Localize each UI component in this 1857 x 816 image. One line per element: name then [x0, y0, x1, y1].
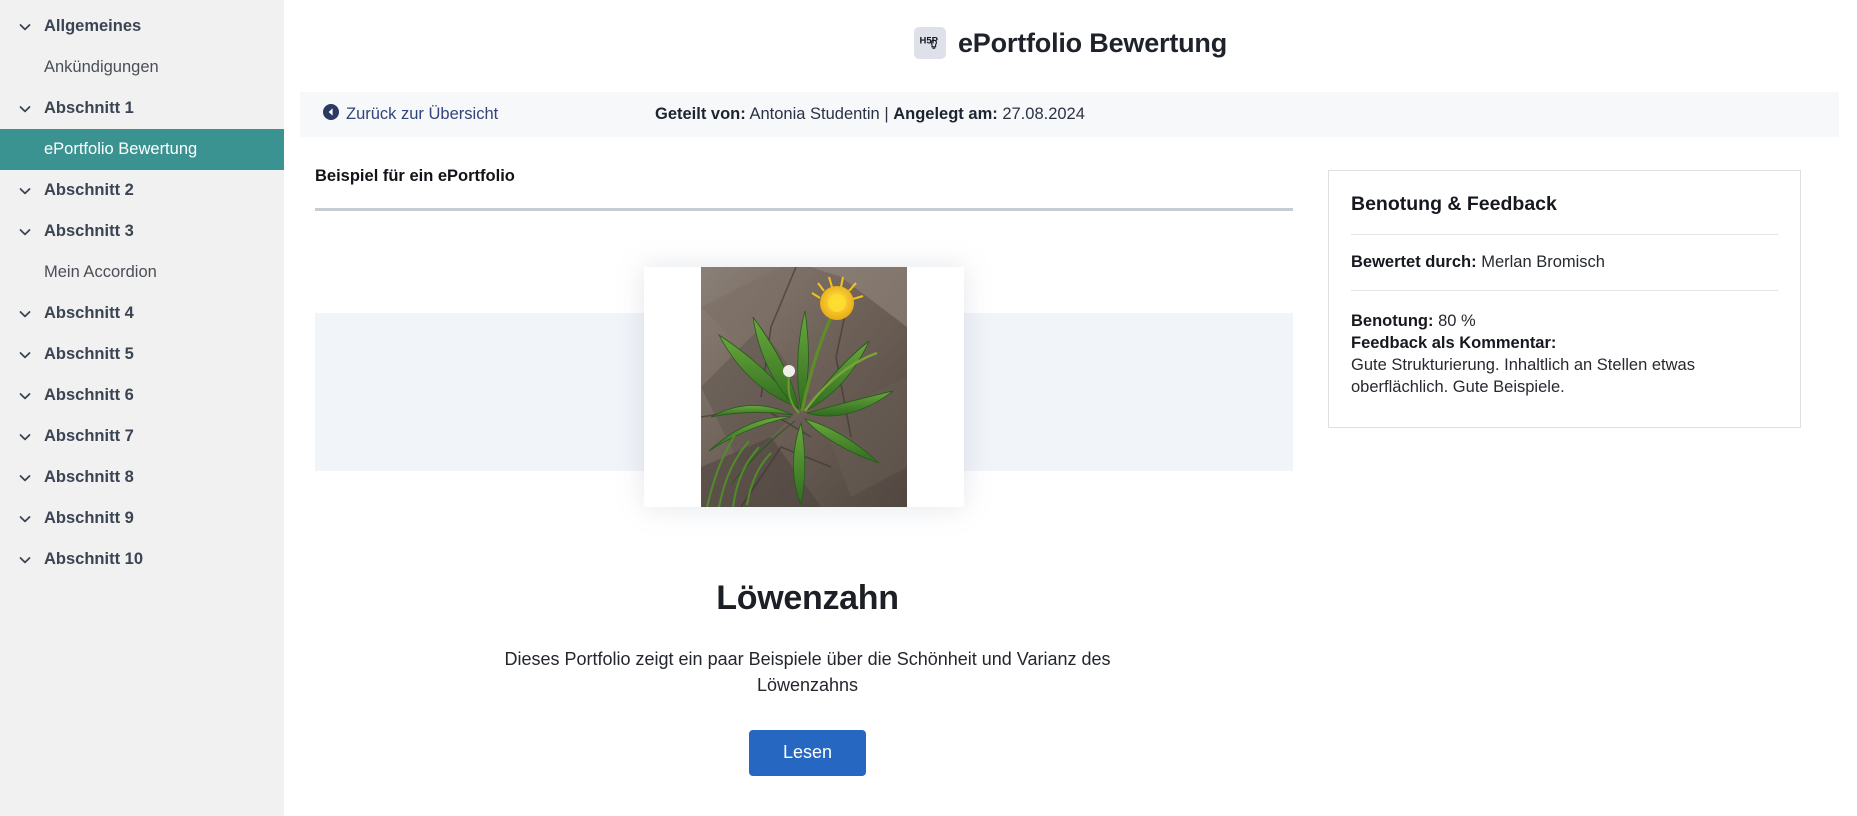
page-header: H5P ePortfolio Bewertung	[284, 0, 1857, 92]
sidebar-item-label: Abschnitt 6	[44, 386, 134, 404]
sidebar-item-label: Abschnitt 2	[44, 181, 134, 199]
sidebar-item-eportfolio-bewertung[interactable]: ePortfolio Bewertung	[0, 129, 284, 170]
portfolio-hero	[315, 267, 1293, 527]
sidebar-item-abschnitt-4[interactable]: Abschnitt 4	[0, 293, 284, 334]
grading-feedback-panel: Benotung & Feedback Bewertet durch: Merl…	[1328, 170, 1801, 428]
comment-value: Gute Strukturierung. Inhaltlich an Stell…	[1351, 355, 1695, 396]
sidebar-item-ankuendigungen[interactable]: Ankündigungen	[0, 47, 284, 88]
shared-by-value: Antonia Studentin	[749, 105, 880, 123]
chevron-down-icon[interactable]	[18, 307, 32, 321]
sidebar-item-abschnitt-7[interactable]: Abschnitt 7	[0, 416, 284, 457]
section-divider	[315, 208, 1293, 211]
sidebar-item-label: Abschnitt 7	[44, 427, 134, 445]
chevron-down-icon[interactable]	[18, 389, 32, 403]
sidebar-item-abschnitt-9[interactable]: Abschnitt 9	[0, 498, 284, 539]
grade-label: Benotung:	[1351, 312, 1434, 330]
page-title: ePortfolio Bewertung	[957, 27, 1227, 58]
portfolio-description: Dieses Portfolio zeigt ein paar Beispiel…	[504, 649, 1111, 696]
chevron-down-icon[interactable]	[18, 553, 32, 567]
dandelion-photo	[701, 267, 907, 507]
sidebar-item-label: ePortfolio Bewertung	[44, 140, 198, 158]
grade-row: Benotung: 80 %	[1351, 311, 1778, 333]
content-area: Beispiel für ein ePortfolio Löwenzahn Di…	[284, 137, 1857, 776]
chevron-down-icon[interactable]	[18, 512, 32, 526]
feedback-column: Benotung & Feedback Bewertet durch: Merl…	[1300, 167, 1839, 776]
chevron-down-icon[interactable]	[18, 348, 32, 362]
sidebar-item-abschnitt-3[interactable]: Abschnitt 3	[0, 211, 284, 252]
sidebar-item-label: Abschnitt 3	[44, 222, 134, 240]
sidebar-item-label: Ankündigungen	[44, 58, 159, 76]
read-button[interactable]: Lesen	[748, 730, 867, 776]
chevron-down-icon[interactable]	[18, 225, 32, 239]
sidebar-item-abschnitt-8[interactable]: Abschnitt 8	[0, 457, 284, 498]
main-content: H5P ePortfolio Bewertung Zurück zur Über…	[284, 0, 1857, 816]
sidebar-item-label: Abschnitt 5	[44, 345, 134, 363]
sidebar-item-label: Abschnitt 1	[44, 99, 134, 117]
created-at-label: Angelegt am:	[893, 105, 998, 123]
chevron-down-icon[interactable]	[18, 430, 32, 444]
created-at-value: 27.08.2024	[1002, 105, 1085, 123]
sidebar-item-abschnitt-2[interactable]: Abschnitt 2	[0, 170, 284, 211]
grade-value: 80 %	[1438, 312, 1476, 330]
sidebar-item-label: Allgemeines	[44, 17, 142, 35]
comment-label: Feedback als Kommentar:	[1351, 333, 1557, 352]
meta-separator: |	[884, 105, 889, 123]
chevron-down-icon[interactable]	[18, 20, 32, 34]
graded-by-value: Merlan Bromisch	[1481, 253, 1605, 271]
portfolio-info-bar: Zurück zur Übersicht Geteilt von: Antoni…	[300, 92, 1839, 137]
sidebar-item-mein-accordion[interactable]: Mein Accordion	[0, 252, 284, 293]
sidebar-item-label: Abschnitt 10	[44, 550, 144, 568]
panel-title: Benotung & Feedback	[1351, 193, 1557, 215]
sidebar-item-allgemeines[interactable]: Allgemeines	[0, 6, 284, 47]
sidebar-item-label: Mein Accordion	[44, 263, 157, 281]
sidebar-item-abschnitt-1[interactable]: Abschnitt 1	[0, 88, 284, 129]
sidebar-item-abschnitt-6[interactable]: Abschnitt 6	[0, 375, 284, 416]
h5p-icon: H5P	[913, 27, 946, 59]
sidebar-item-label: Abschnitt 9	[44, 509, 134, 527]
portfolio-column: Beispiel für ein ePortfolio Löwenzahn Di…	[300, 167, 1300, 776]
chevron-down-icon[interactable]	[18, 184, 32, 198]
portfolio-meta: Geteilt von: Antonia Studentin | Angeleg…	[655, 105, 1085, 124]
graded-by-label: Bewertet durch:	[1351, 253, 1477, 271]
graded-by-row: Bewertet durch: Merlan Bromisch	[1351, 235, 1778, 290]
section-heading: Beispiel für ein ePortfolio	[315, 167, 515, 185]
back-to-overview-label: Zurück zur Übersicht	[346, 105, 499, 123]
sidebar-item-abschnitt-10[interactable]: Abschnitt 10	[0, 539, 284, 580]
portfolio-cover-card	[644, 267, 964, 507]
grade-details: Benotung: 80 % Feedback als Kommentar: G…	[1351, 291, 1778, 399]
comment-label-row: Feedback als Kommentar:	[1351, 333, 1778, 355]
back-to-overview-link[interactable]: Zurück zur Übersicht	[323, 104, 498, 125]
chevron-down-icon[interactable]	[18, 471, 32, 485]
arrow-left-circle-icon	[323, 104, 339, 125]
sidebar-item-label: Abschnitt 4	[44, 304, 134, 322]
course-sidebar: Allgemeines Ankündigungen Abschnitt 1 eP…	[0, 0, 284, 816]
sidebar-item-label: Abschnitt 8	[44, 468, 134, 486]
portfolio-title: Löwenzahn	[716, 579, 899, 617]
app-root: Allgemeines Ankündigungen Abschnitt 1 eP…	[0, 0, 1857, 816]
portfolio-action-row: Lesen	[315, 730, 1300, 776]
chevron-down-icon[interactable]	[18, 102, 32, 116]
shared-by-label: Geteilt von:	[655, 105, 746, 123]
sidebar-item-abschnitt-5[interactable]: Abschnitt 5	[0, 334, 284, 375]
